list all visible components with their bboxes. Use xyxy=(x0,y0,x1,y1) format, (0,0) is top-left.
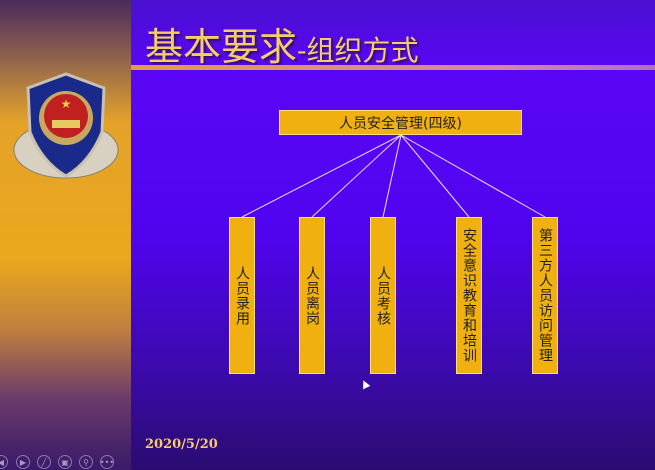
org-root-box: 人员安全管理(四级) xyxy=(279,110,522,135)
next-icon[interactable]: ▶ xyxy=(16,455,30,469)
connector xyxy=(400,134,470,218)
org-child-box: 人员离岗 xyxy=(299,217,325,374)
org-child-box: 安全意识教育和培训 xyxy=(456,217,482,374)
org-child-box: 第三方人员访问管理 xyxy=(532,217,558,374)
org-child-box: 人员录用 xyxy=(229,217,255,374)
connector xyxy=(241,134,402,218)
connector xyxy=(311,134,402,218)
connector xyxy=(400,134,546,218)
slide-date: 2020/5/20 xyxy=(145,437,218,452)
zoom-icon[interactable]: ⚲ xyxy=(79,455,93,469)
slides-icon[interactable]: ▣ xyxy=(58,455,72,469)
connector xyxy=(382,134,402,218)
more-icon[interactable]: ••• xyxy=(100,455,114,469)
pen-icon[interactable]: ╱ xyxy=(37,455,51,469)
org-child-box: 人员考核 xyxy=(370,217,396,374)
